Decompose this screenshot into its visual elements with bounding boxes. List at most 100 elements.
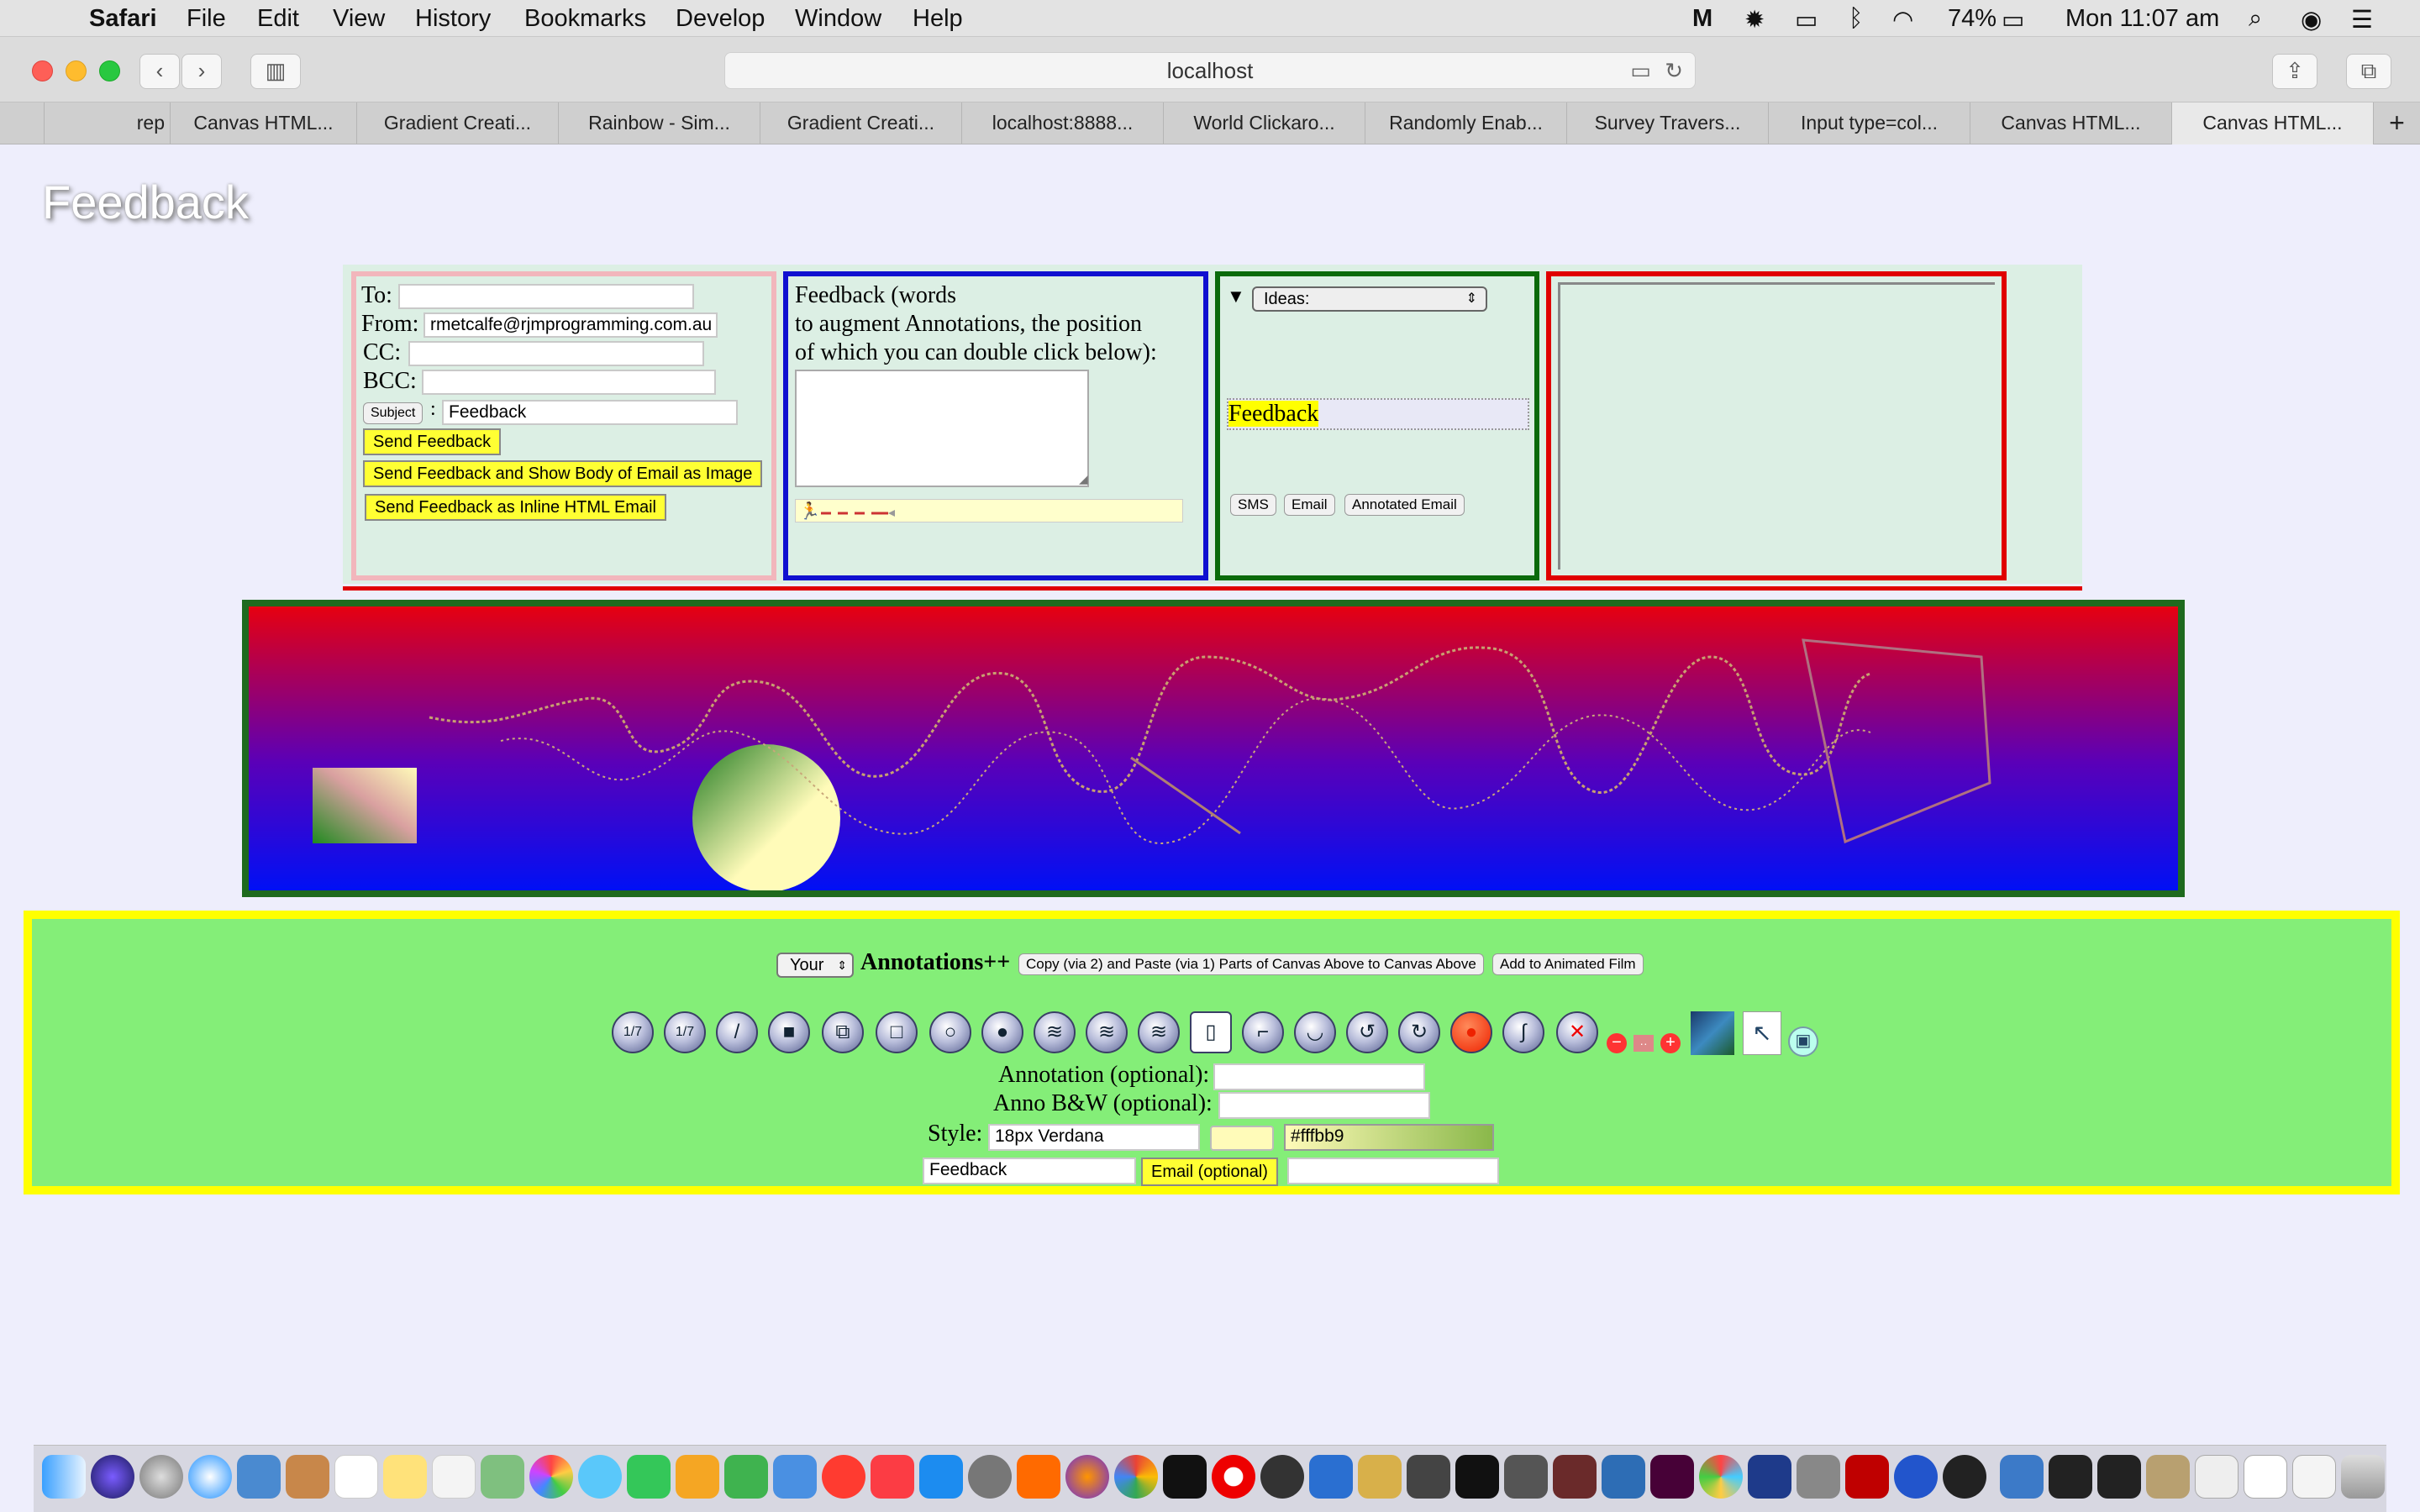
keynote-dock-icon[interactable] <box>773 1455 817 1499</box>
minimize-window-icon[interactable] <box>66 60 87 81</box>
feedback-text-field[interactable]: Feedback <box>923 1158 1136 1184</box>
siri-dock-icon[interactable] <box>91 1455 134 1499</box>
forward-icon[interactable]: › <box>182 54 222 89</box>
bcc-field[interactable] <box>422 370 716 395</box>
spotlight-search-icon[interactable]: ⌕ <box>2249 5 2262 33</box>
feedback-textarea[interactable] <box>795 370 1089 487</box>
pages-dock-icon[interactable] <box>676 1455 719 1499</box>
ideas-select[interactable]: Ideas: ⇕ <box>1252 286 1487 312</box>
new-tab-icon[interactable]: + <box>2373 102 2420 144</box>
messages-dock-icon[interactable] <box>578 1455 622 1499</box>
gear-status-icon[interactable]: ✹ <box>1744 5 1765 34</box>
clock[interactable]: Mon 11:07 am <box>2065 5 2219 33</box>
pointer-select-icon[interactable]: ↖ <box>1743 1011 1781 1055</box>
menu-help[interactable]: Help <box>913 5 963 33</box>
subject-field[interactable]: Feedback <box>442 400 738 425</box>
app-dock-icon[interactable] <box>1407 1455 1450 1499</box>
phpstorm-dock-icon[interactable] <box>1163 1455 1207 1499</box>
screen-capture-icon[interactable]: ▣ <box>1788 1026 1818 1057</box>
share-icon[interactable]: ⇪ <box>2272 54 2317 89</box>
facetime-dock-icon[interactable] <box>627 1455 671 1499</box>
terminal-window-2-dock-icon[interactable] <box>2097 1455 2141 1499</box>
menu-file[interactable]: File <box>187 5 226 33</box>
annotation-field[interactable] <box>1213 1063 1425 1090</box>
wifi-icon[interactable]: ◠ <box>1892 5 1913 34</box>
preview-dock-icon[interactable] <box>237 1455 281 1499</box>
style-field[interactable]: 18px Verdana <box>988 1124 1200 1151</box>
tab-item[interactable]: rep <box>44 102 170 144</box>
chrome-dock-icon[interactable] <box>1114 1455 1158 1499</box>
tab-item[interactable]: Rainbow - Sim... <box>558 102 760 144</box>
siri-icon[interactable]: ◉ <box>2301 5 2322 34</box>
notification-center-icon[interactable]: ☰ <box>2351 5 2373 34</box>
cc-field[interactable] <box>408 341 704 366</box>
reader-icon[interactable]: ▭ <box>1630 53 1651 88</box>
terminal-window-dock-icon[interactable] <box>2049 1455 2092 1499</box>
zoom-window-icon[interactable] <box>99 60 120 81</box>
bluetooth-icon[interactable]: ᛒ <box>1849 5 1863 33</box>
music-dock-icon[interactable] <box>871 1455 914 1499</box>
from-field[interactable]: rmetcalfe@rjmprogramming.com.au <box>424 312 718 338</box>
font-dock-icon[interactable] <box>1943 1455 1986 1499</box>
color-hex-field[interactable]: #fffbb9 <box>1284 1124 1494 1151</box>
wave-tool-2-icon[interactable]: ≋ <box>1086 1011 1128 1053</box>
tool-dock-icon[interactable] <box>1358 1455 1402 1499</box>
opera-dock-icon[interactable] <box>1212 1455 1255 1499</box>
photos-dock-icon[interactable] <box>529 1455 573 1499</box>
undo-icon[interactable]: ↺ <box>1346 1011 1388 1053</box>
quicktime-dock-icon[interactable] <box>2000 1455 2044 1499</box>
add-animated-film-button[interactable]: Add to Animated Film <box>1492 953 1644 975</box>
tab-item[interactable]: Gradient Creati... <box>760 102 961 144</box>
avast-dock-icon[interactable] <box>1017 1455 1060 1499</box>
preview-frame[interactable] <box>1558 282 1995 570</box>
firefox-dock-icon[interactable] <box>1065 1455 1109 1499</box>
resize-handle-icon[interactable]: ◢ <box>1079 472 1088 486</box>
line-tool-icon[interactable]: / <box>716 1011 758 1053</box>
wave-tool-icon[interactable]: ≋ <box>1034 1011 1076 1053</box>
tab-overview-icon[interactable]: ⧉ <box>2346 54 2391 89</box>
back-icon[interactable]: ‹ <box>139 54 180 89</box>
tab-item[interactable]: localhost:8888... <box>961 102 1163 144</box>
anno-bw-field[interactable] <box>1218 1092 1430 1119</box>
fraction-tool-icon[interactable]: 1/7 <box>612 1011 654 1053</box>
terminal-dock-icon[interactable] <box>1455 1455 1499 1499</box>
battery-percent[interactable]: 74% <box>1948 5 1996 33</box>
mini-preview-strip[interactable]: 🏃 <box>795 499 1183 522</box>
fraction-tool-2-icon[interactable]: 1/7 <box>664 1011 706 1053</box>
notes-dock-icon[interactable] <box>383 1455 427 1499</box>
tab-item[interactable]: Randomly Enab... <box>1365 102 1566 144</box>
copy-rect-tool-icon[interactable]: ⧉ <box>822 1011 864 1053</box>
filezilla-like-dock-icon[interactable] <box>1553 1455 1597 1499</box>
window-thumbnail-2-dock-icon[interactable] <box>2244 1455 2287 1499</box>
filezilla-dock-icon[interactable] <box>1845 1455 1889 1499</box>
inkscape-dock-icon[interactable] <box>1504 1455 1548 1499</box>
filled-rect-tool-icon[interactable]: ■ <box>768 1011 810 1053</box>
send-feedback-inline-button[interactable]: Send Feedback as Inline HTML Email <box>365 494 666 521</box>
calendar-dock-icon[interactable] <box>334 1455 378 1499</box>
news-dock-icon[interactable] <box>822 1455 865 1499</box>
window-thumbnail-dock-icon[interactable] <box>2195 1455 2238 1499</box>
send-feedback-image-button[interactable]: Send Feedback and Show Body of Email as … <box>363 460 763 487</box>
safari-dock-icon[interactable] <box>188 1455 232 1499</box>
wave-tool-3-icon[interactable]: ≋ <box>1138 1011 1180 1053</box>
reminders-dock-icon[interactable] <box>432 1455 476 1499</box>
menu-app-name[interactable]: Safari <box>89 5 157 33</box>
sidebar-icon[interactable]: ▥ <box>250 54 301 89</box>
circle-outline-tool-icon[interactable]: ○ <box>929 1011 971 1053</box>
subject-button[interactable]: Subject <box>363 402 424 424</box>
image-thumbnail-icon[interactable] <box>1691 1011 1734 1055</box>
address-bar[interactable]: localhost ▭ ↻ <box>724 52 1696 89</box>
malwarebytes-icon[interactable]: M <box>1692 5 1712 33</box>
filled-circle-tool-icon[interactable]: ● <box>981 1011 1023 1053</box>
close-window-icon[interactable] <box>32 60 53 81</box>
reset-zoom-icon[interactable]: ·· <box>1634 1035 1654 1052</box>
menu-view[interactable]: View <box>333 5 385 33</box>
send-feedback-button[interactable]: Send Feedback <box>363 428 502 455</box>
disclosure-toggle-icon[interactable]: ▼ <box>1227 286 1245 307</box>
audio-dock-icon[interactable] <box>1894 1455 1938 1499</box>
record-color-icon[interactable]: ● <box>1450 1011 1492 1053</box>
rect-outline-tool-icon[interactable]: □ <box>876 1011 918 1053</box>
zoom-in-icon[interactable]: + <box>1660 1033 1681 1053</box>
redo-icon[interactable]: ↻ <box>1398 1011 1440 1053</box>
tab-item-active[interactable]: Canvas HTML... <box>2171 102 2373 144</box>
